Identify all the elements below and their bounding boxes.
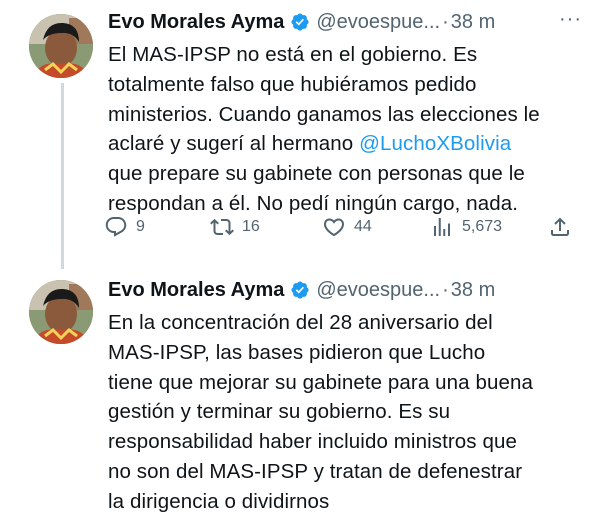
tweet-text-line: que prepare su gabinete con personas que… xyxy=(108,162,525,186)
tweet-timestamp[interactable]: 38 m xyxy=(451,11,495,34)
tweet-1[interactable]: Evo Morales Ayma @evoespue... · 38 m ···… xyxy=(0,0,600,270)
author-handle[interactable]: @evoespue... xyxy=(316,11,440,34)
like-count: 44 xyxy=(354,218,372,235)
share-button[interactable] xyxy=(548,215,572,239)
reply-count: 9 xyxy=(136,218,145,235)
verified-badge-icon xyxy=(290,280,310,300)
more-options-icon[interactable]: ··· xyxy=(559,8,582,31)
tweet-text-line: En la concentración del 28 aniversario d… xyxy=(108,311,493,334)
verified-badge-icon xyxy=(290,12,310,32)
tweet-text-line: gestión y terminar su gobierno. Es su xyxy=(108,400,451,424)
tweet-text-line: El MAS-IPSP no está en el gobierno. Es xyxy=(108,43,478,66)
tweet-text-line: la dirigencia o dividirnos xyxy=(108,489,330,513)
separator-dot: · xyxy=(442,10,449,33)
heart-icon xyxy=(323,218,345,237)
tweet-text-line: no son del MAS-IPSP y tratan de defenest… xyxy=(108,459,523,483)
repost-count: 16 xyxy=(242,218,260,235)
tweet-text: En la concentración del 28 aniversario d… xyxy=(108,308,586,517)
tweet-text-line: MAS-IPSP, las bases pidieron que Lucho xyxy=(108,340,486,364)
author-name[interactable]: Evo Morales Ayma xyxy=(108,279,284,302)
repost-button[interactable]: 16 xyxy=(210,215,260,239)
mention-link[interactable]: @LuchoXBolivia xyxy=(359,132,511,155)
repost-icon xyxy=(210,218,234,236)
tweet-text-line: ministerios. Cuando ganamos las eleccion… xyxy=(108,102,540,126)
reply-icon xyxy=(105,217,127,237)
views-count: 5,673 xyxy=(462,218,503,235)
tweet-header: Evo Morales Ayma @evoespue... · 38 m ··· xyxy=(108,8,582,36)
avatar[interactable] xyxy=(29,280,93,344)
share-icon xyxy=(551,217,569,236)
tweet-text-line: aclaré y sugerí al hermano @LuchoXBolivi… xyxy=(108,129,586,159)
like-button[interactable]: 44 xyxy=(322,215,372,239)
reply-button[interactable]: 9 xyxy=(104,215,145,239)
author-handle[interactable]: @evoespue... xyxy=(316,279,440,302)
tweet-2[interactable]: Evo Morales Ayma @evoespue... · 38 m En … xyxy=(0,270,600,513)
avatar[interactable] xyxy=(29,14,93,78)
tweet-header: Evo Morales Ayma @evoespue... · 38 m xyxy=(108,276,582,304)
tweet-text: El MAS-IPSP no está en el gobierno. Es t… xyxy=(108,40,586,219)
tweet-text-line: tiene que mejorar su gabinete para una b… xyxy=(108,370,533,394)
tweet-text-line: totalmente falso que hubiéramos pedido xyxy=(108,72,477,96)
separator-dot: · xyxy=(442,278,449,301)
tweet-text-fragment: aclaré y sugerí al hermano xyxy=(108,132,360,156)
views-icon xyxy=(434,218,450,236)
views-button[interactable]: 5,673 xyxy=(430,215,502,239)
tweet-timestamp[interactable]: 38 m xyxy=(451,279,495,302)
tweet-actions: 9 16 44 5,673 xyxy=(104,215,574,247)
tweet-text-line: responsabilidad haber incluido ministros… xyxy=(108,430,517,454)
author-name[interactable]: Evo Morales Ayma xyxy=(108,11,284,34)
